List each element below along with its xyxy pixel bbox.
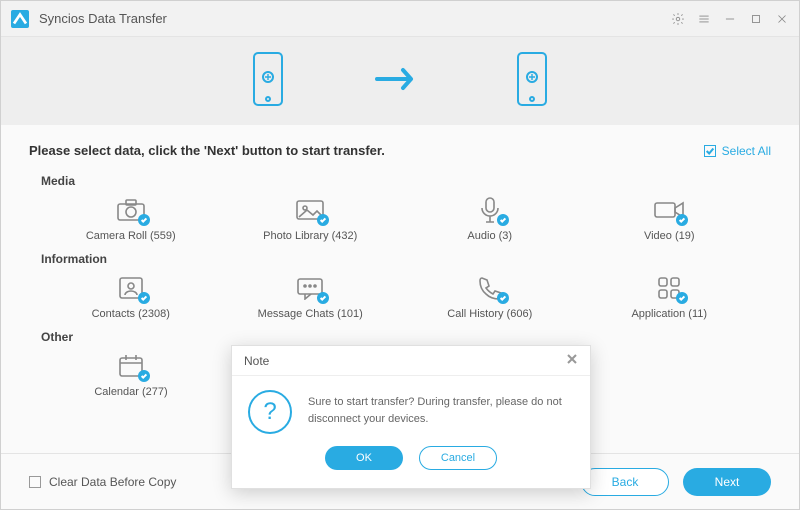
question-icon: ?	[248, 390, 292, 434]
dialog-body: ? Sure to start transfer? During transfe…	[232, 376, 590, 440]
dialog-header: Note	[232, 346, 590, 376]
dialog-ok-button[interactable]: OK	[325, 446, 403, 470]
dialog-close-button[interactable]	[566, 352, 578, 370]
app-window: Syncios Data Transfer	[0, 0, 800, 510]
dialog-message: Sure to start transfer? During transfer,…	[308, 390, 574, 434]
dialog-cancel-button[interactable]: Cancel	[419, 446, 497, 470]
dialog-title: Note	[244, 354, 269, 368]
dialog-footer: OK Cancel	[232, 440, 590, 482]
confirm-dialog: Note ? Sure to start transfer? During tr…	[231, 345, 591, 489]
